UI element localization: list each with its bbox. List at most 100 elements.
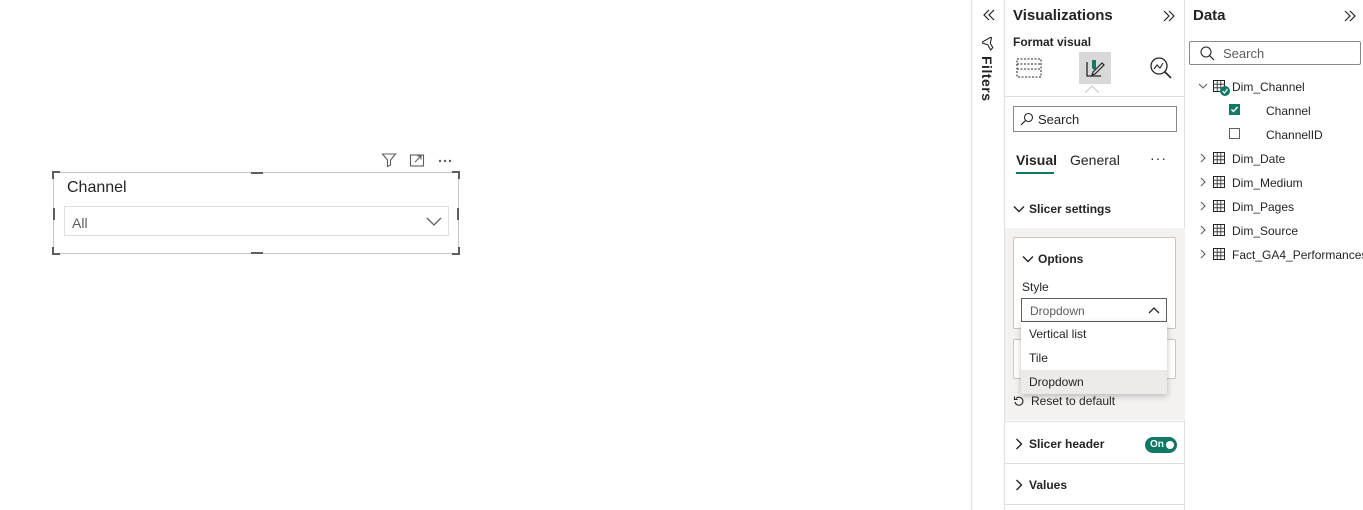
visualizations-title: Visualizations <box>1013 7 1113 24</box>
double-chevron-right-icon[interactable] <box>1161 8 1177 24</box>
chevron-right-icon <box>1200 153 1206 163</box>
double-chevron-left-icon[interactable] <box>981 7 997 23</box>
table-dim-source[interactable]: Dim_Source <box>1185 219 1363 243</box>
table-name: Dim_Medium <box>1232 176 1303 190</box>
slicer-selected-value: All <box>72 215 88 231</box>
chevron-down-icon <box>1013 206 1025 213</box>
resize-handle-top[interactable] <box>251 172 263 174</box>
slicer-title: Channel <box>67 179 127 196</box>
resize-handle-br-v[interactable] <box>458 247 460 255</box>
field-channelid[interactable]: ChannelID <box>1185 123 1363 147</box>
table-name: Fact_GA4_Performances <box>1232 248 1363 262</box>
visual-header-toolbar <box>380 151 460 169</box>
table-dim-date[interactable]: Dim_Date <box>1185 147 1363 171</box>
resize-handle-left[interactable] <box>53 208 55 220</box>
chevron-right-icon <box>1200 225 1206 235</box>
chevron-down-icon <box>1022 256 1034 263</box>
build-visual-button[interactable] <box>1013 52 1045 84</box>
paint-brush-icon <box>1086 60 1105 77</box>
table-dim-pages[interactable]: Dim_Pages <box>1185 195 1363 219</box>
options-label: Options <box>1038 252 1084 266</box>
filters-label[interactable]: Filters <box>979 56 995 102</box>
chevron-down-icon <box>426 217 442 226</box>
format-visual-button[interactable] <box>1079 52 1111 84</box>
format-search-placeholder: Search <box>1038 111 1080 127</box>
tabs-more-options[interactable]: ··· <box>1150 150 1167 166</box>
slicer-header-label: Slicer header <box>1029 437 1105 451</box>
field-channel[interactable]: Channel <box>1185 99 1363 123</box>
toggle-state-label: On <box>1150 439 1164 450</box>
build-visual-icon <box>1016 58 1042 78</box>
table-dim-channel[interactable]: Dim_Channel <box>1185 75 1363 99</box>
chevron-right-icon <box>1016 438 1023 450</box>
visualizations-pane: Visualizations Format visual Search Visu… <box>1004 0 1186 510</box>
chevron-right-icon <box>1016 479 1023 491</box>
style-option-vertical-list[interactable]: Vertical list <box>1021 322 1167 346</box>
resize-handle-tl-v[interactable] <box>52 171 54 179</box>
checkmark-icon <box>1231 106 1239 113</box>
double-chevron-right-icon[interactable] <box>1342 8 1358 24</box>
toggle-knob <box>1166 441 1174 449</box>
slicer-header-toggle[interactable]: On <box>1145 437 1177 453</box>
resize-handle-bottom[interactable] <box>251 252 263 254</box>
format-search-input[interactable]: Search <box>1013 106 1177 132</box>
chevron-right-icon <box>1200 201 1206 211</box>
table-icon <box>1213 152 1225 164</box>
search-icon <box>1020 112 1034 126</box>
table-dim-medium[interactable]: Dim_Medium <box>1185 171 1363 195</box>
more-options-icon[interactable] <box>436 151 454 169</box>
table-icon <box>1213 224 1225 236</box>
divider <box>1005 504 1186 505</box>
filters-pane-collapsed[interactable]: Filters <box>971 0 1004 510</box>
active-tab-pointer-icon <box>1085 85 1099 93</box>
field-name: Channel <box>1266 104 1311 118</box>
analytics-magnifier-icon <box>1150 57 1172 79</box>
tab-general[interactable]: General <box>1070 152 1120 168</box>
field-checkbox[interactable] <box>1229 128 1240 139</box>
slicer-settings-header[interactable]: Slicer settings <box>1005 194 1186 224</box>
style-option-dropdown[interactable]: Dropdown <box>1021 370 1167 394</box>
tab-visual[interactable]: Visual <box>1016 152 1057 168</box>
data-pane: Data Search Dim_Channel Channel ChannelI… <box>1185 0 1363 510</box>
style-option-tile[interactable]: Tile <box>1021 346 1167 370</box>
table-icon <box>1213 176 1225 188</box>
table-name: Dim_Source <box>1232 224 1299 238</box>
data-search-input[interactable]: Search <box>1189 41 1361 65</box>
style-selected-value: Dropdown <box>1030 304 1085 318</box>
slicer-dropdown[interactable]: All <box>64 206 449 236</box>
reset-label: Reset to default <box>1031 394 1116 408</box>
table-name: Dim_Channel <box>1232 80 1305 94</box>
visual-pane-tabs <box>1005 52 1186 88</box>
chevron-right-icon <box>1200 177 1206 187</box>
filter-icon[interactable] <box>380 151 398 169</box>
report-canvas[interactable]: Channel All <box>0 0 971 510</box>
reset-icon <box>1013 396 1024 406</box>
table-icon <box>1213 200 1225 212</box>
data-search-placeholder: Search <box>1223 46 1265 61</box>
resize-handle-bl-v[interactable] <box>52 247 54 255</box>
powerbi-report-editor: Channel All Filters Visualizations Forma… <box>0 0 1363 510</box>
table-name: Dim_Pages <box>1232 200 1295 214</box>
analytics-button[interactable] <box>1145 52 1177 84</box>
focus-mode-icon[interactable] <box>408 151 426 169</box>
style-label: Style <box>1022 280 1049 294</box>
resize-handle-right[interactable] <box>457 208 459 220</box>
style-dropdown-list: Vertical list Tile Dropdown <box>1021 322 1167 394</box>
field-checkbox-checked[interactable] <box>1229 104 1240 115</box>
filter-funnel-icon <box>982 37 994 51</box>
style-select[interactable]: Dropdown <box>1021 298 1167 322</box>
format-tabs: Visual General ··· <box>1005 148 1186 176</box>
format-visual-label: Format visual <box>1013 35 1092 49</box>
chevron-up-icon <box>1148 307 1160 314</box>
table-name: Dim_Date <box>1232 152 1286 166</box>
reset-to-default-button[interactable]: Reset to default <box>1013 394 1115 408</box>
values-section[interactable]: Values <box>1005 470 1186 500</box>
data-title: Data <box>1193 7 1226 24</box>
active-tab-underline <box>1016 172 1054 174</box>
resize-handle-tr-v[interactable] <box>458 171 460 179</box>
divider <box>1005 463 1186 464</box>
field-name: ChannelID <box>1266 128 1323 142</box>
table-fact-ga4-performances[interactable]: Fact_GA4_Performances <box>1185 243 1363 267</box>
channel-slicer-visual[interactable]: Channel All <box>52 171 460 255</box>
options-header[interactable]: Options <box>1022 252 1083 266</box>
